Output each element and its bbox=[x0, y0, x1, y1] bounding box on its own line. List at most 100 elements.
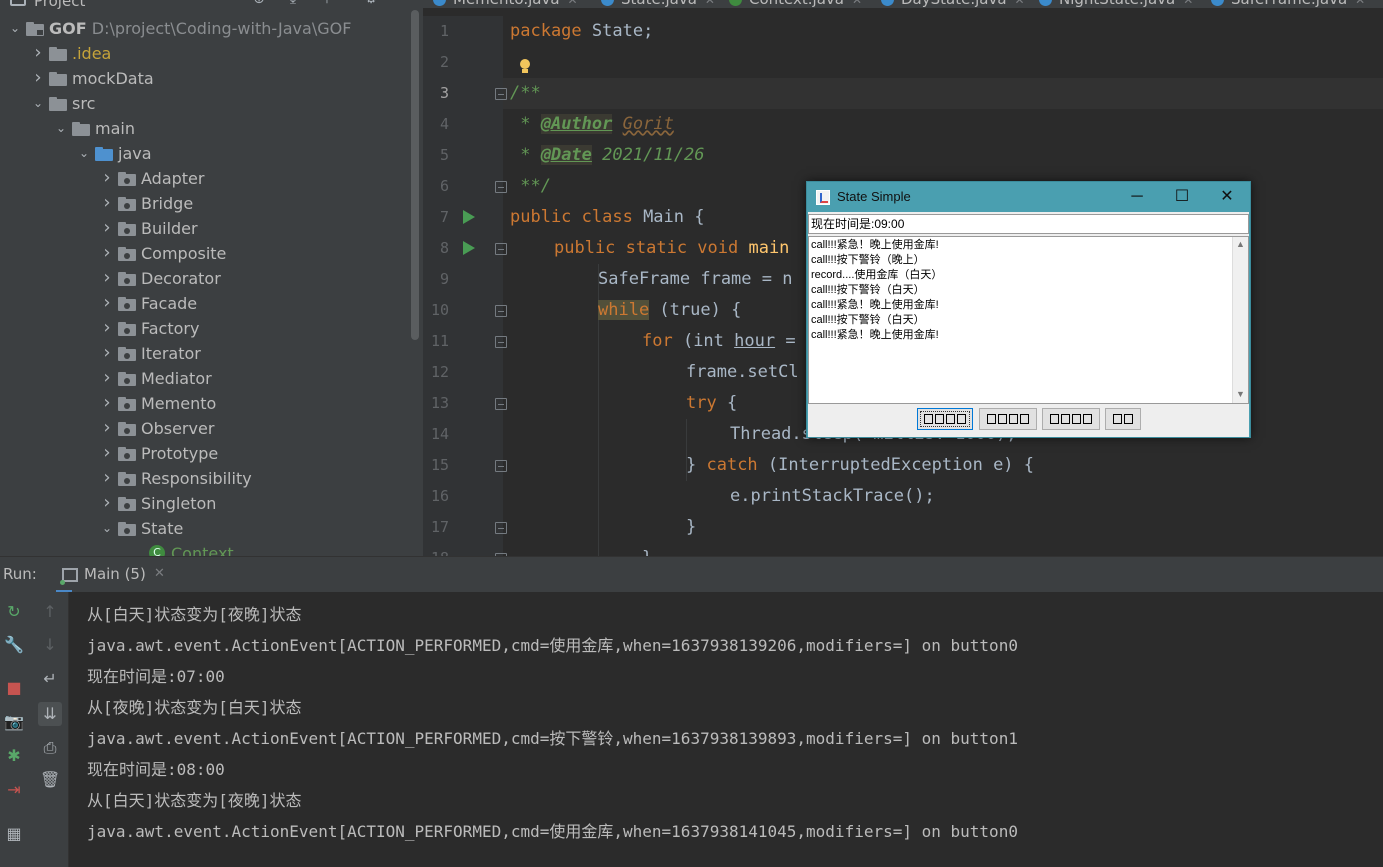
run-console[interactable]: 从[白天]状态变为[夜晚]状态 java.awt.event.ActionEven… bbox=[69, 592, 1383, 867]
close-tab-icon[interactable]: ✕ bbox=[1355, 0, 1365, 7]
swing-button-1[interactable] bbox=[979, 408, 1037, 430]
tree-item-bridge[interactable]: › Bridge bbox=[0, 191, 410, 216]
close-button[interactable]: ✕ bbox=[1204, 182, 1250, 212]
run-main-class-icon[interactable] bbox=[463, 210, 475, 224]
tree-item-memento[interactable]: › Memento bbox=[0, 391, 410, 416]
swing-button-3[interactable] bbox=[1105, 408, 1141, 430]
gear-icon[interactable]: ⚙ bbox=[362, 0, 380, 8]
state-simple-window[interactable]: State Simple ─ ☐ ✕ 现在时间是:09:00 call!!!紧急… bbox=[806, 181, 1251, 438]
close-tab-icon[interactable]: ✕ bbox=[154, 566, 165, 581]
fold-icon[interactable] bbox=[495, 243, 507, 255]
close-tab-icon[interactable]: ✕ bbox=[1183, 0, 1193, 7]
tree-item-builder[interactable]: › Builder bbox=[0, 216, 410, 241]
tree-item-iterator[interactable]: › Iterator bbox=[0, 341, 410, 366]
soft-wrap-icon[interactable]: ↵ bbox=[40, 669, 60, 689]
tree-item-composite[interactable]: › Composite bbox=[0, 241, 410, 266]
tree-item-factory[interactable]: › Factory bbox=[0, 316, 410, 341]
editor-tab[interactable]: NightState.java ✕ bbox=[1039, 0, 1193, 8]
close-tab-icon[interactable]: ✕ bbox=[852, 0, 862, 7]
print-icon[interactable]: ⎙ bbox=[40, 738, 60, 758]
swing-button-0[interactable] bbox=[917, 408, 973, 430]
tree-item-context[interactable]: C Context bbox=[0, 541, 410, 556]
chevron-right-icon[interactable]: › bbox=[100, 493, 114, 513]
rerun-icon[interactable]: ↻ bbox=[4, 602, 24, 622]
minimize-button[interactable]: ─ bbox=[1114, 182, 1160, 212]
trash-icon[interactable]: 🗑 bbox=[40, 770, 60, 790]
chevron-down-icon[interactable]: ⌄ bbox=[31, 93, 45, 113]
maximize-button[interactable]: ☐ bbox=[1159, 182, 1205, 212]
locate-icon[interactable]: ⊕ bbox=[250, 0, 268, 8]
chevron-right-icon[interactable]: › bbox=[100, 168, 114, 188]
chevron-right-icon[interactable]: › bbox=[31, 68, 45, 88]
fold-icon[interactable] bbox=[495, 88, 507, 100]
lightbulb-icon[interactable] bbox=[519, 59, 531, 73]
tree-item-gof[interactable]: ⌄ GOF D:\project\Coding-with-Java\GOF bbox=[0, 16, 410, 41]
fold-icon[interactable] bbox=[495, 398, 507, 410]
tree-item-idea[interactable]: › .idea bbox=[0, 41, 410, 66]
editor-tab[interactable]: DayState.java ✕ bbox=[881, 0, 1025, 8]
tree-item-src[interactable]: ⌄ src bbox=[0, 91, 410, 116]
wrench-icon[interactable]: 🔧 bbox=[4, 635, 24, 655]
fold-icon[interactable] bbox=[495, 460, 507, 472]
run-tab-main[interactable]: Main (5) ✕ bbox=[56, 557, 165, 593]
tree-item-responsibility[interactable]: › Responsibility bbox=[0, 466, 410, 491]
editor-tab[interactable]: Memento.java ✕ bbox=[433, 0, 578, 8]
record-text-area[interactable]: call!!!紧急！晚上使用金库! call!!!按下警铃（晚上） record..… bbox=[808, 236, 1249, 404]
run-main-method-icon[interactable] bbox=[463, 241, 475, 255]
chevron-right-icon[interactable]: › bbox=[100, 393, 114, 413]
arrow-up-icon[interactable]: ↑ bbox=[40, 602, 60, 622]
chevron-down-icon[interactable]: ⌄ bbox=[54, 118, 68, 138]
chevron-right-icon[interactable]: › bbox=[100, 368, 114, 388]
close-tab-icon[interactable]: ✕ bbox=[705, 0, 715, 7]
chevron-down-icon[interactable]: ⌄ bbox=[100, 518, 114, 538]
debug-bug-icon[interactable]: ✱ bbox=[4, 746, 24, 766]
fold-icon[interactable] bbox=[495, 181, 507, 193]
expand-icon[interactable]: ⤒ bbox=[318, 0, 336, 8]
chevron-right-icon[interactable]: › bbox=[100, 343, 114, 363]
chevron-right-icon[interactable]: › bbox=[100, 468, 114, 488]
camera-icon[interactable]: 📷 bbox=[4, 712, 24, 732]
chevron-right-icon[interactable]: › bbox=[31, 43, 45, 63]
editor-tab[interactable]: SafeFrame.java ✕ bbox=[1211, 0, 1365, 8]
chevron-right-icon[interactable]: › bbox=[100, 243, 114, 263]
chevron-right-icon[interactable]: › bbox=[100, 193, 114, 213]
tree-item-main[interactable]: ⌄ main bbox=[0, 116, 410, 141]
tree-item-java[interactable]: ⌄ java bbox=[0, 141, 410, 166]
tree-item-mockdata[interactable]: › mockData bbox=[0, 66, 410, 91]
fold-icon[interactable] bbox=[495, 336, 507, 348]
tree-item-observer[interactable]: › Observer bbox=[0, 416, 410, 441]
arrow-down-icon[interactable]: ↓ bbox=[40, 635, 60, 655]
collapse-all-icon[interactable]: ⤓ bbox=[284, 0, 302, 8]
close-tab-icon[interactable]: ✕ bbox=[568, 0, 578, 7]
tree-item-decorator[interactable]: › Decorator bbox=[0, 266, 410, 291]
layout-icon[interactable]: ▦ bbox=[4, 824, 24, 844]
fold-icon[interactable] bbox=[495, 522, 507, 534]
window-titlebar[interactable]: State Simple ─ ☐ ✕ bbox=[807, 182, 1250, 212]
stop-icon[interactable]: ■ bbox=[4, 678, 24, 698]
tree-item-adapter[interactable]: › Adapter bbox=[0, 166, 410, 191]
chevron-right-icon[interactable]: › bbox=[100, 318, 114, 338]
record-scrollbar[interactable]: ▲ ▼ bbox=[1232, 237, 1248, 403]
exit-icon[interactable]: ⇥ bbox=[4, 780, 24, 800]
chevron-down-icon[interactable]: ⌄ bbox=[77, 143, 91, 163]
tree-item-facade[interactable]: › Facade bbox=[0, 291, 410, 316]
editor-tab[interactable]: Context.java ✕ bbox=[729, 0, 862, 8]
swing-button-2[interactable] bbox=[1042, 408, 1100, 430]
scroll-to-end-icon[interactable]: ⇊ bbox=[38, 702, 62, 726]
tree-item-prototype[interactable]: › Prototype bbox=[0, 441, 410, 466]
tree-item-mediator[interactable]: › Mediator bbox=[0, 366, 410, 391]
close-tab-icon[interactable]: ✕ bbox=[1015, 0, 1025, 7]
scroll-down-icon[interactable]: ▼ bbox=[1236, 389, 1245, 399]
scroll-up-icon[interactable]: ▲ bbox=[1236, 239, 1245, 249]
chevron-right-icon[interactable]: › bbox=[100, 443, 114, 463]
chevron-right-icon[interactable]: › bbox=[100, 293, 114, 313]
time-text-field[interactable]: 现在时间是:09:00 bbox=[808, 214, 1249, 234]
tree-item-singleton[interactable]: › Singleton bbox=[0, 491, 410, 516]
chevron-right-icon[interactable]: › bbox=[100, 268, 114, 288]
chevron-down-icon[interactable]: ⌄ bbox=[8, 18, 22, 38]
tree-item-state[interactable]: ⌄ State bbox=[0, 516, 410, 541]
project-header-title[interactable]: Project bbox=[34, 0, 85, 10]
project-scrollbar[interactable] bbox=[411, 10, 419, 340]
fold-icon[interactable] bbox=[495, 305, 507, 317]
chevron-right-icon[interactable]: › bbox=[100, 418, 114, 438]
